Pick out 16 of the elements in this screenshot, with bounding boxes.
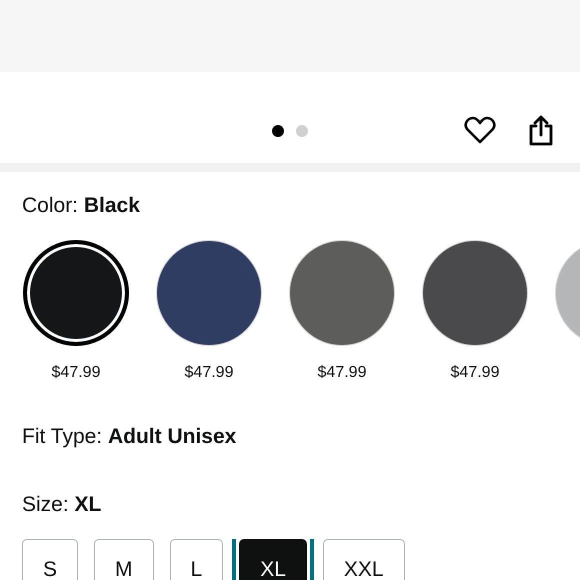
fit-type-label: Fit Type: Adult Unisex — [22, 425, 236, 449]
size-button[interactable]: M — [94, 539, 154, 580]
price: $47.99 — [52, 364, 100, 382]
size-button[interactable]: XL — [239, 539, 307, 580]
size-button[interactable]: L — [170, 539, 224, 580]
size-button[interactable]: S — [22, 539, 78, 580]
page-dot[interactable] — [272, 124, 284, 136]
page-dot[interactable] — [296, 124, 308, 136]
size-button[interactable]: XXL — [322, 539, 405, 580]
heart-icon[interactable] — [464, 116, 496, 144]
share-icon[interactable] — [528, 114, 554, 146]
color-label: Color: Black — [22, 194, 140, 218]
price: $47.99 — [184, 364, 234, 382]
size-label: Size: XL — [22, 493, 102, 517]
price: $47.99 — [318, 364, 366, 382]
price: $47.99 — [450, 364, 500, 382]
